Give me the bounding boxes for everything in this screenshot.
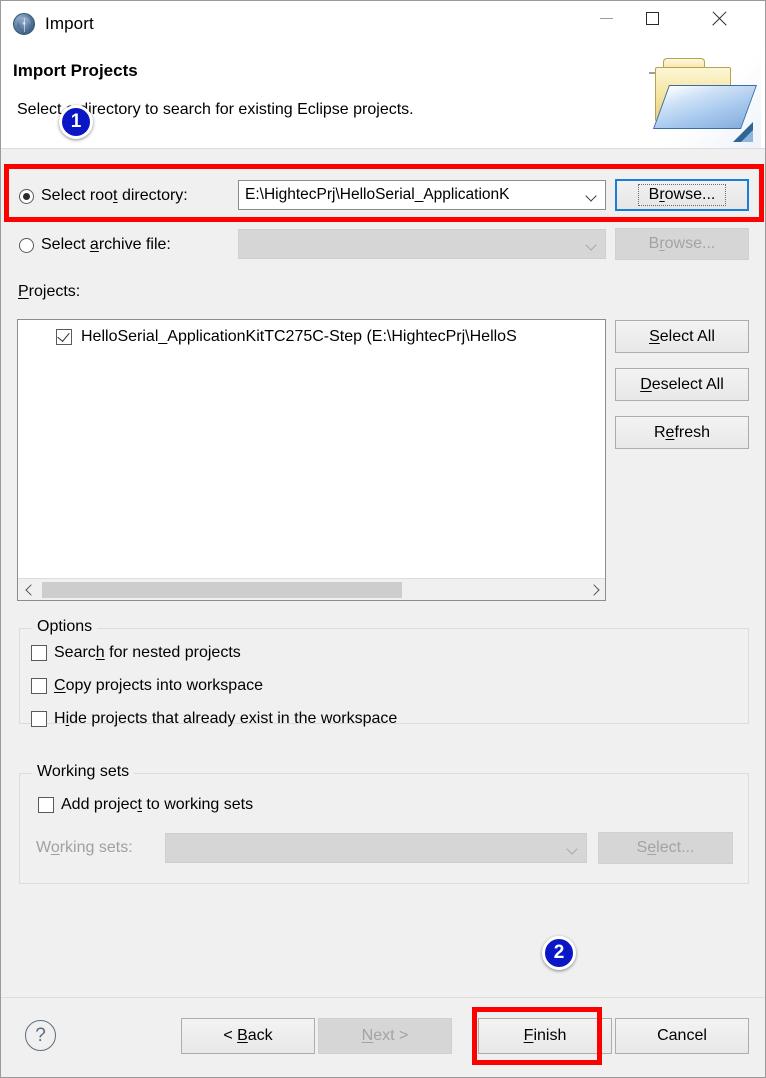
working-sets-select-label: Select... <box>636 839 695 856</box>
page-title: Import Projects <box>13 61 138 80</box>
projects-label: Projects: <box>18 283 81 300</box>
root-directory-label: Select root directory: <box>41 187 188 204</box>
chevron-down-icon <box>558 834 586 862</box>
deselect-all-button[interactable]: Deselect All <box>615 368 749 401</box>
browse-archive-button: Browse... <box>615 228 749 260</box>
hscrollbar-thumb[interactable] <box>42 581 402 598</box>
root-directory-value[interactable]: E:\HightecPrj\HelloSerial_ApplicationK <box>239 186 577 204</box>
refresh-label: Refresh <box>653 423 711 441</box>
working-sets-select-button: Select... <box>598 832 733 864</box>
option-copy-projects-checkbox[interactable] <box>31 678 47 694</box>
list-item-label: HelloSerial_ApplicationKitTC275C-Step (E… <box>81 328 517 345</box>
back-label: < Back <box>223 1027 273 1044</box>
chevron-right-icon[interactable] <box>581 579 605 601</box>
deselect-all-label: Deselect All <box>640 375 724 393</box>
close-button[interactable] <box>695 1 741 35</box>
cancel-button[interactable]: Cancel <box>615 1018 749 1054</box>
title-bar: Import <box>1 1 765 47</box>
option-copy-projects-row[interactable]: Copy projects into workspace <box>31 677 263 695</box>
dialog-body: Select root directory: E:\HightecPrj\Hel… <box>1 149 765 997</box>
archive-file-label: Select archive file: <box>41 236 171 253</box>
browse-archive-label: Browse... <box>648 235 716 252</box>
projects-list-hscrollbar[interactable] <box>18 578 605 600</box>
option-search-nested-label: Search for nested projects <box>54 644 241 661</box>
refresh-button[interactable]: Refresh <box>615 416 749 449</box>
options-group-title: Options <box>32 618 98 636</box>
add-project-to-working-sets-label: Add project to working sets <box>61 796 254 813</box>
add-project-to-working-sets-checkbox[interactable] <box>38 797 54 813</box>
help-question-icon[interactable]: ? <box>25 1020 56 1051</box>
close-icon <box>710 10 727 27</box>
list-item[interactable]: HelloSerial_ApplicationKitTC275C-Step (E… <box>56 328 517 346</box>
next-button: Next > <box>318 1018 452 1054</box>
import-folder-icon <box>633 47 761 148</box>
option-copy-projects-label: Copy projects into workspace <box>54 677 263 694</box>
select-all-label: Select All <box>649 327 715 345</box>
browse-root-label: Browse... <box>637 184 727 206</box>
eclipse-globe-icon <box>13 13 35 35</box>
import-dialog: Import Import Projects Select a director… <box>0 0 766 1078</box>
step-badge-1: 1 <box>59 105 93 139</box>
option-hide-existing-row[interactable]: Hide projects that already exist in the … <box>31 710 397 728</box>
options-group: Options Search for nested projects Copy … <box>19 618 749 727</box>
select-all-button[interactable]: Select All <box>615 320 749 353</box>
working-sets-group-title: Working sets <box>32 763 135 781</box>
root-directory-radio[interactable] <box>19 188 34 204</box>
option-hide-existing-checkbox[interactable] <box>31 711 47 727</box>
option-search-nested-checkbox[interactable] <box>31 645 47 661</box>
chevron-down-icon <box>577 230 605 258</box>
maximize-button[interactable] <box>629 1 675 35</box>
working-sets-group: Working sets Add project to working sets… <box>19 763 749 884</box>
browse-root-button[interactable]: Browse... <box>615 179 749 211</box>
dialog-header: Import Projects Select a directory to se… <box>1 47 765 149</box>
select-archive-file-row[interactable]: Select archive file: <box>19 236 171 254</box>
chevron-down-icon[interactable] <box>577 181 605 209</box>
minimize-icon <box>599 17 613 19</box>
list-item-checkbox[interactable] <box>56 329 72 345</box>
finish-label: Finish <box>523 1027 567 1044</box>
working-sets-combo-label: Working sets: <box>36 839 133 856</box>
hscrollbar-track[interactable] <box>402 579 581 601</box>
archive-file-combo <box>238 229 606 259</box>
cancel-label: Cancel <box>657 1027 707 1044</box>
add-project-to-working-sets-row[interactable]: Add project to working sets <box>38 796 253 814</box>
window-title: Import <box>45 14 94 33</box>
select-root-directory-row[interactable]: Select root directory: <box>19 187 188 205</box>
step-badge-2: 2 <box>542 936 576 970</box>
archive-file-radio[interactable] <box>19 237 34 253</box>
next-label: Next > <box>361 1027 409 1044</box>
chevron-left-icon[interactable] <box>18 579 42 601</box>
root-directory-combo[interactable]: E:\HightecPrj\HelloSerial_ApplicationK <box>238 180 606 210</box>
maximize-icon <box>645 11 659 25</box>
back-button[interactable]: < Back <box>181 1018 315 1054</box>
working-sets-combo <box>165 833 587 863</box>
option-hide-existing-label: Hide projects that already exist in the … <box>54 710 398 727</box>
projects-list[interactable]: HelloSerial_ApplicationKitTC275C-Step (E… <box>17 319 606 601</box>
finish-button[interactable]: Finish <box>478 1018 612 1054</box>
minimize-button[interactable] <box>583 1 629 35</box>
option-search-nested-row[interactable]: Search for nested projects <box>31 644 241 662</box>
